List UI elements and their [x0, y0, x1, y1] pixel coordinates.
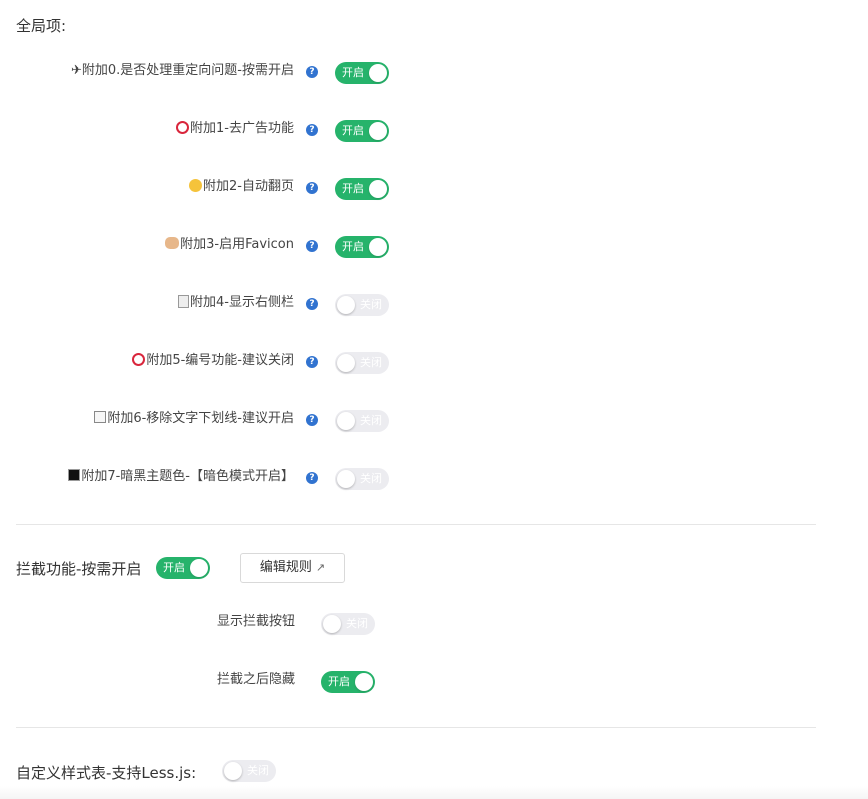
help-icon[interactable]: ? [306, 66, 318, 78]
toggle-intercept[interactable]: 开启 [156, 557, 210, 579]
toggle-hide-after-intercept[interactable]: 开启 [321, 671, 375, 693]
option-label-4: 附加4-显示右侧栏 [178, 294, 294, 312]
option-label-1: 附加1-去广告功能 [176, 120, 294, 138]
toggle-right-sidebar[interactable]: 关闭 [335, 294, 389, 316]
toggle-remove-underline[interactable]: 关闭 [335, 410, 389, 432]
toggle-redirect[interactable]: 开启 [335, 62, 389, 84]
option-label-7: 附加7-暗黑主题色-【暗色模式开启】 [68, 468, 294, 486]
toggle-auto-paging[interactable]: 开启 [335, 178, 389, 200]
chart-decreasing-icon [94, 411, 107, 423]
option-label-3: 附加3-启用Favicon [165, 236, 294, 254]
option-label-5: 附加5-编号功能-建议关闭 [132, 352, 294, 370]
document-icon [178, 295, 190, 308]
divider [16, 524, 816, 525]
show-intercept-button-label: 显示拦截按钮 [216, 614, 295, 629]
divider [16, 727, 816, 728]
help-icon[interactable]: ? [306, 356, 318, 368]
help-icon[interactable]: ? [306, 298, 318, 310]
hide-after-intercept-label: 拦截之后隐藏 [216, 672, 295, 687]
no-mobile-icon [176, 121, 190, 134]
help-icon[interactable]: ? [306, 240, 318, 252]
black-square-icon [68, 469, 81, 481]
toggle-numbering[interactable]: 关闭 [335, 352, 389, 374]
toggle-remove-ads[interactable]: 开启 [335, 120, 389, 142]
toggle-favicon[interactable]: 开启 [335, 236, 389, 258]
external-link-icon: ↗ [315, 561, 326, 574]
option-label-0: ✈附加0.是否处理重定向问题-按需开启 [70, 63, 294, 78]
toggle-custom-css[interactable]: 关闭 [222, 760, 276, 782]
help-icon[interactable]: ? [306, 414, 318, 426]
toggle-dark-theme[interactable]: 关闭 [335, 468, 389, 490]
help-icon[interactable]: ? [306, 124, 318, 136]
help-icon[interactable]: ? [306, 182, 318, 194]
custom-css-title: 自定义样式表-支持Less.js: [16, 764, 197, 782]
global-section-title: 全局项: [16, 17, 67, 35]
edit-rules-button[interactable]: 编辑规则 ↗ [240, 553, 345, 583]
toggle-show-intercept-button[interactable]: 关闭 [321, 613, 375, 635]
bottom-fade [0, 786, 868, 799]
dog-face-icon [165, 237, 180, 249]
help-icon[interactable]: ? [306, 472, 318, 484]
option-label-6: 附加6-移除文字下划线-建议开启 [94, 410, 294, 428]
option-label-2: 附加2-自动翻页 [189, 178, 294, 196]
intercept-section-title: 拦截功能-按需开启 [16, 560, 142, 578]
upside-down-face-icon [189, 179, 203, 192]
airplane-icon: ✈ [70, 63, 82, 78]
no-under-18-icon [132, 353, 146, 366]
